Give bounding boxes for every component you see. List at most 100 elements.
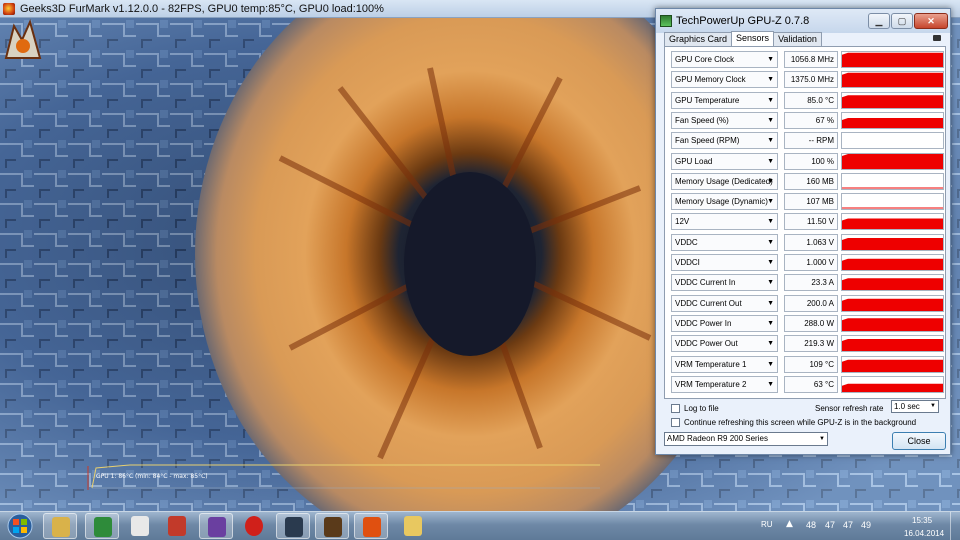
sensor-row: VRM Temperature 1 ▼ 109 °C (671, 355, 944, 374)
taskbar-item-visual-studio[interactable] (199, 513, 233, 539)
sensor-value: 100 % (784, 152, 838, 170)
taskbar-item-game-launcher[interactable] (315, 513, 349, 539)
screenshot-camera-icon[interactable] (933, 35, 941, 41)
tray-temp-1[interactable]: 48 (806, 520, 816, 530)
chevron-down-icon: ▼ (767, 177, 774, 185)
sensor-graph-fill (842, 258, 943, 270)
sensor-graph (841, 152, 944, 170)
chevron-down-icon: ▼ (767, 116, 774, 124)
sensor-name: GPU Memory Clock (675, 75, 746, 85)
log-to-file-checkbox[interactable] (671, 404, 680, 413)
tab-sensors[interactable]: Sensors (731, 31, 775, 46)
tab-validation[interactable]: Validation (773, 32, 822, 46)
taskbar-item-settings[interactable] (123, 513, 157, 539)
gpu-select[interactable]: AMD Radeon R9 200 Series ▼ (664, 432, 828, 446)
gpu-temp-osd: GPU 1: 86°C (min: 84°C - max: 85°C) (96, 473, 208, 480)
sensor-row: Memory Usage (Dynamic) ▼ 107 MB (671, 193, 944, 211)
tab-graphics-card[interactable]: Graphics Card (664, 32, 733, 46)
sensor-value: 63 °C (784, 375, 838, 393)
sensor-graph (841, 71, 944, 89)
show-desktop-button[interactable] (950, 512, 960, 540)
taskbar-item-file-explorer[interactable] (396, 513, 430, 539)
close-button[interactable]: Close (892, 432, 946, 450)
sensor-name: VDDC Current In (675, 278, 736, 288)
clock-time[interactable]: 15:35 (912, 516, 932, 525)
sensor-graph (841, 213, 944, 231)
sensor-value: 107 MB (784, 193, 838, 211)
sensor-name-select[interactable]: GPU Core Clock ▼ (671, 51, 778, 68)
sensor-graph-fill (842, 187, 943, 189)
sensor-name-select[interactable]: GPU Temperature ▼ (671, 91, 778, 109)
maximize-button[interactable]: ▢ (891, 13, 913, 29)
sensor-name: VDDC (675, 237, 698, 247)
chevron-down-icon: ▼ (767, 279, 774, 287)
sensor-value: 219.3 W (784, 335, 838, 353)
sensor-name: GPU Temperature (675, 95, 740, 105)
chevron-down-icon: ▼ (767, 299, 774, 307)
tray-temp-2[interactable]: 47 (825, 520, 835, 530)
sensor-name-select[interactable]: VDDC Current Out ▼ (671, 294, 778, 312)
sensor-name-select[interactable]: Fan Speed (%) ▼ (671, 111, 778, 129)
sensor-row: VDDC Current In ▼ 23.3 A (671, 274, 944, 292)
sensor-value: 200.0 A (784, 294, 838, 312)
start-button[interactable] (4, 512, 36, 540)
sensor-row: GPU Core Clock ▼ 1056.8 MHz (671, 51, 944, 69)
sensor-name-select[interactable]: VDDC Current In ▼ (671, 274, 778, 292)
sensor-name: VDDCI (675, 258, 700, 267)
sensor-row: 12V ▼ 11.50 V (671, 213, 944, 231)
gpuz-titlebar[interactable]: TechPowerUp GPU-Z 0.7.8 ▁ ▢ ✕ (656, 9, 950, 33)
minimize-button[interactable]: ▁ (868, 13, 890, 29)
taskbar-item-gpu-tool[interactable] (85, 513, 119, 539)
tray-expand-icon[interactable]: ▲ (786, 519, 793, 529)
continue-refresh-checkbox[interactable] (671, 418, 680, 427)
sensor-name-select[interactable]: VRM Temperature 1 ▼ (671, 355, 778, 373)
sensor-name: GPU Load (675, 156, 713, 166)
sensor-name-select[interactable]: VDDC Power In ▼ (671, 314, 778, 332)
sensor-name-select[interactable]: Fan Speed (RPM) ▼ (671, 132, 778, 150)
sensor-graph (841, 375, 944, 393)
sensor-value: -- RPM (784, 132, 838, 150)
tray-temp-4[interactable]: 49 (861, 520, 871, 530)
furmark-app-icon (3, 3, 15, 15)
sensor-graph-fill (842, 237, 943, 250)
refresh-rate-select[interactable]: 1.0 sec ▼ (891, 400, 939, 413)
taskbar-item-explorer[interactable] (43, 513, 77, 539)
sensor-name: Memory Usage (Dedicated) (675, 176, 773, 186)
sensor-name-select[interactable]: Memory Usage (Dedicated) ▼ (671, 172, 778, 190)
taskbar-item-opera[interactable] (237, 513, 271, 539)
sensor-graph-fill (842, 383, 943, 392)
taskbar-item-media[interactable] (160, 513, 194, 539)
sensor-name-select[interactable]: GPU Load ▼ (671, 152, 778, 170)
sensor-graph (841, 294, 944, 312)
chevron-down-icon: ▼ (767, 360, 774, 368)
language-indicator[interactable]: RU (761, 520, 773, 529)
sensor-name-select[interactable]: VDDCI ▼ (671, 254, 778, 271)
taskbar-item-steam[interactable] (276, 513, 310, 539)
continue-refresh-label: Continue refreshing this screen while GP… (684, 418, 917, 427)
chevron-down-icon: ▼ (767, 56, 774, 63)
taskbar: RU ▲ 48 47 47 49 15:35 16.04.2014 (0, 511, 960, 540)
chevron-down-icon: ▼ (767, 319, 774, 327)
sensor-name-select[interactable]: GPU Memory Clock ▼ (671, 71, 778, 89)
sensor-name: VDDC Current Out (675, 298, 742, 308)
sensor-name-select[interactable]: Memory Usage (Dynamic) ▼ (671, 193, 778, 211)
chevron-down-icon: ▼ (767, 157, 774, 165)
sensor-graph-fill (842, 298, 943, 311)
sensor-value: 1.000 V (784, 254, 838, 271)
sensor-name: VDDC Power Out (675, 339, 738, 349)
sensor-value: 160 MB (784, 172, 838, 190)
sensor-name-select[interactable]: 12V ▼ (671, 213, 778, 231)
clock-date[interactable]: 16.04.2014 (904, 529, 944, 538)
sensor-value: 85.0 °C (784, 91, 838, 109)
tray-temp-3[interactable]: 47 (843, 520, 853, 530)
sensor-graph-fill (842, 339, 943, 352)
sensor-name-select[interactable]: VDDC Power Out ▼ (671, 335, 778, 353)
gpuz-window: TechPowerUp GPU-Z 0.7.8 ▁ ▢ ✕ Graphics C… (655, 8, 951, 455)
furmark-logo-icon (4, 19, 42, 59)
gpuz-app-icon (660, 15, 672, 27)
sensor-name-select[interactable]: VDDC ▼ (671, 233, 778, 251)
sensor-name-select[interactable]: VRM Temperature 2 ▼ (671, 375, 778, 393)
taskbar-item-furmark[interactable] (354, 513, 388, 539)
sensor-value: 1056.8 MHz (784, 51, 838, 68)
close-window-button[interactable]: ✕ (914, 13, 948, 29)
